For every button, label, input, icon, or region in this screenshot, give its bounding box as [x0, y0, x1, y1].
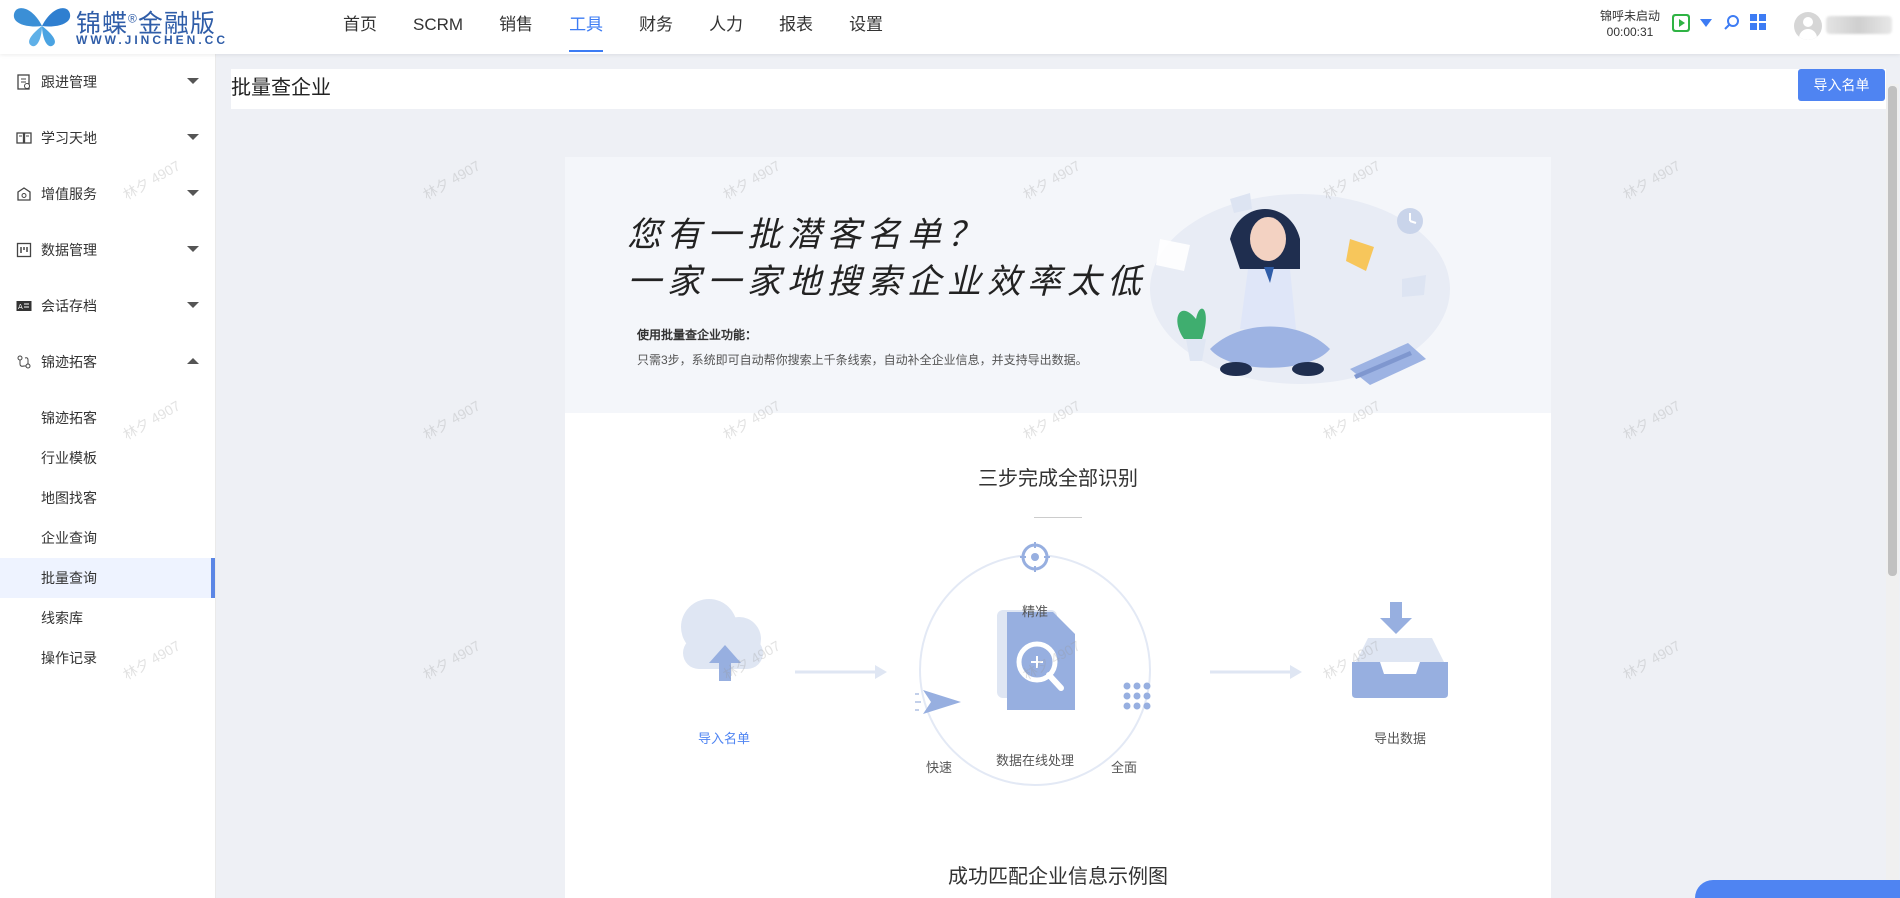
nav-finance[interactable]: 财务: [621, 0, 691, 54]
step-process-label: 数据在线处理: [995, 753, 1074, 768]
step-precise-label: 精准: [1021, 604, 1048, 619]
user-avatar[interactable]: [1794, 12, 1822, 40]
sidebar-item-batch-query[interactable]: 批量查询: [0, 558, 215, 598]
hero-banner: 您有一批潜客名单？ 一家一家地搜索企业效率太低？ 使用批量查企业功能： 只需3步…: [565, 157, 1551, 413]
sidebar-item-industry-templates[interactable]: 行业模板: [0, 438, 215, 478]
nav-hr[interactable]: 人力: [691, 0, 761, 54]
sidebar-item-company-query[interactable]: 企业查询: [0, 518, 215, 558]
call-timer: 00:00:31: [1606, 25, 1654, 39]
watermark: 林夕 4907: [420, 637, 483, 683]
user-name-blurred[interactable]: [1826, 16, 1892, 34]
butterfly-logo-icon: [13, 8, 71, 47]
call-status-text: 锦呼未启动: [1600, 9, 1661, 23]
sidebar-group-label: 跟进管理: [41, 74, 97, 90]
sidebar-group-follow-up[interactable]: 跟进管理: [0, 54, 215, 110]
step-full-label: 全面: [1110, 760, 1137, 775]
caret-down-icon: [187, 302, 199, 308]
sidebar-group-value-added[interactable]: 增值服务: [0, 166, 215, 222]
call-status: 锦呼未启动 00:00:31: [1600, 8, 1660, 40]
watermark: 林夕 4907: [420, 397, 483, 443]
apps-grid-icon[interactable]: [1750, 14, 1766, 30]
cloud-upload-icon: [681, 599, 763, 681]
nav-settings[interactable]: 设置: [831, 0, 901, 54]
floating-chat-widget[interactable]: [1695, 880, 1900, 898]
sidebar-group-label: 锦迹拓客: [41, 354, 97, 370]
scrollbar[interactable]: [1886, 84, 1899, 898]
book-icon: [16, 132, 32, 144]
step-fast-label: 快速: [925, 760, 952, 775]
nav-home[interactable]: 首页: [325, 0, 395, 54]
steps-title: 三步完成全部识别: [978, 468, 1138, 490]
hero-feature-description: 只需3步，系统即可自动帮你搜索上千条线索，自动补全企业信息，并支持导出数据。: [637, 353, 1088, 367]
caret-down-icon: [187, 246, 199, 252]
feature-intro-card: 您有一批潜客名单？ 一家一家地搜索企业效率太低？ 使用批量查企业功能： 只需3步…: [565, 157, 1551, 898]
svg-text:A: A: [18, 303, 23, 311]
page-header: 批量查企业 导入名单: [231, 69, 1886, 109]
sidebar-group-label: 增值服务: [41, 186, 97, 202]
nav-scrm[interactable]: SCRM: [395, 0, 481, 54]
watermark: 林夕 4907: [1620, 637, 1683, 683]
sidebar-group-label: 学习天地: [41, 130, 97, 146]
sidebar-item-map-search[interactable]: 地图找客: [0, 478, 215, 518]
nav-tools[interactable]: 工具: [551, 0, 621, 54]
sidebar-group-prospecting[interactable]: 锦迹拓客: [0, 334, 215, 390]
meditating-person-illustration: [1150, 193, 1450, 385]
page-title: 批量查企业: [231, 77, 331, 99]
play-icon[interactable]: [1672, 14, 1690, 32]
caret-up-icon: [187, 358, 199, 364]
hero-headline-1: 您有一批潜客名单？: [627, 215, 987, 255]
gift-icon: [17, 187, 31, 201]
search-icon[interactable]: [1724, 14, 1740, 30]
import-list-button[interactable]: 导入名单: [1798, 69, 1885, 101]
watermark: 林夕 4907: [1620, 157, 1683, 203]
caret-down-icon: [187, 78, 199, 84]
sidebar-item-prospecting[interactable]: 锦迹拓客: [0, 398, 215, 438]
sidebar-item-operation-log[interactable]: 操作记录: [0, 638, 215, 678]
steps-title-divider: [1034, 517, 1082, 518]
chevron-down-icon[interactable]: [1700, 19, 1712, 27]
sidebar-item-lead-pool[interactable]: 线索库: [0, 598, 215, 638]
inbox-download-icon: [1352, 602, 1448, 698]
nav-reports[interactable]: 报表: [761, 0, 831, 54]
top-bar: 锦蝶®金融版 WWW.JINCHEN.CC 首页 SCRM 销售 工具 财务 人…: [0, 0, 1900, 54]
arrow-right-icon: [1210, 665, 1302, 679]
sidebar-group-label: 数据管理: [41, 242, 97, 258]
brand-url: WWW.JINCHEN.CC: [76, 33, 228, 47]
clipboard-icon: [17, 74, 30, 90]
step-export-label: 导出数据: [1373, 731, 1426, 746]
scrollbar-thumb[interactable]: [1888, 86, 1897, 576]
brand-logo[interactable]: 锦蝶®金融版 WWW.JINCHEN.CC: [12, 2, 252, 50]
caret-down-icon: [187, 190, 199, 196]
sidebar: 跟进管理 学习天地 增值服务 数据管理 A 会话存档 锦迹拓客 锦迹拓客 行业模…: [0, 54, 216, 898]
example-section-title: 成功匹配企业信息示例图: [948, 866, 1168, 888]
main-nav: 首页 SCRM 销售 工具 财务 人力 报表 设置: [325, 0, 901, 54]
watermark: 林夕 4907: [1620, 397, 1683, 443]
sidebar-group-chat-archive[interactable]: A 会话存档: [0, 278, 215, 334]
caret-down-icon: [187, 134, 199, 140]
step-import-label: 导入名单: [697, 731, 750, 746]
nav-sales[interactable]: 销售: [481, 0, 551, 54]
hero-headline-2: 一家一家地搜索企业效率太低？: [627, 262, 1187, 302]
hero-feature-title: 使用批量查企业功能：: [637, 328, 758, 342]
watermark: 林夕 4907: [420, 157, 483, 203]
route-icon: [17, 355, 31, 369]
arrow-right-icon: [795, 665, 887, 679]
chart-icon: [16, 242, 32, 258]
sidebar-group-label: 会话存档: [41, 298, 97, 314]
sidebar-group-learning[interactable]: 学习天地: [0, 110, 215, 166]
sidebar-group-data-management[interactable]: 数据管理: [0, 222, 215, 278]
id-card-icon: A: [16, 301, 32, 311]
